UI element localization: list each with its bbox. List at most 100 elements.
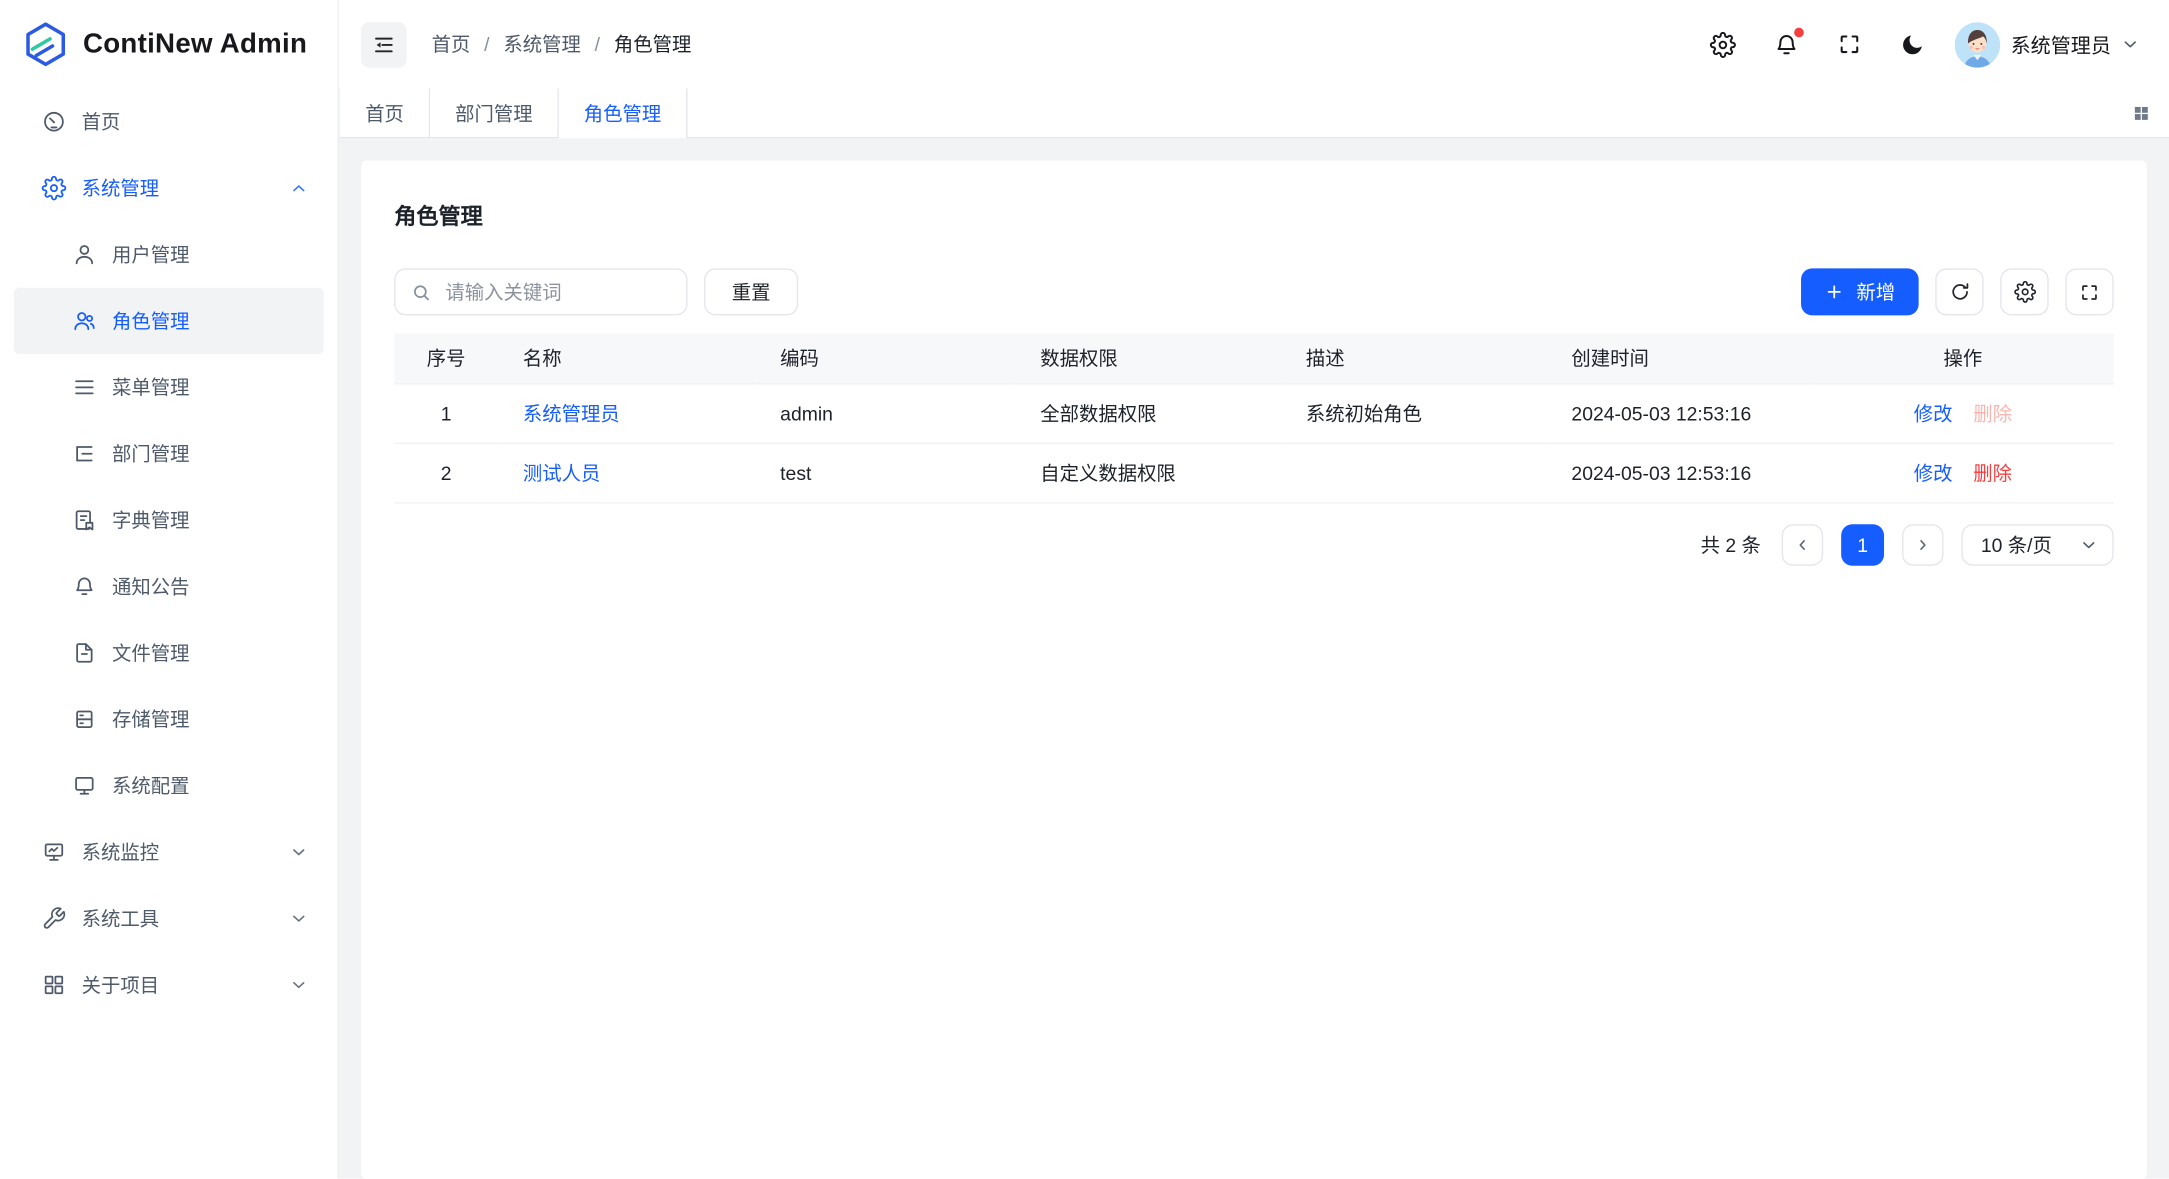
next-page-button[interactable] xyxy=(1902,524,1943,565)
sidebar-item-system-management[interactable]: 系统管理 xyxy=(14,155,324,221)
app-window: ContiNew Admin 首页 系统管理 xyxy=(0,0,2169,1179)
add-button[interactable]: 新增 xyxy=(1801,268,1919,315)
column-header-name: 名称 xyxy=(498,333,755,383)
gear-icon xyxy=(2013,281,2035,303)
table-row: 2 测试人员 test 自定义数据权限 2024-05-03 12:53:16 … xyxy=(394,443,2113,502)
sidebar-item-label: 菜单管理 xyxy=(112,373,189,401)
page-size-value: 10 条/页 xyxy=(1981,530,2052,558)
role-management-card: 角色管理 重置 新增 xyxy=(361,160,2147,1179)
gear-icon xyxy=(1709,31,1735,57)
edit-link[interactable]: 修改 xyxy=(1914,461,1953,483)
tab-home[interactable]: 首页 xyxy=(339,89,430,137)
cell-data-scope: 自定义数据权限 xyxy=(1015,443,1281,502)
notifications-button[interactable] xyxy=(1773,31,1799,57)
breadcrumb: 首页 / 系统管理 / 角色管理 xyxy=(432,30,692,58)
breadcrumb-item-system[interactable]: 系统管理 xyxy=(503,30,580,58)
monitor-chart-icon xyxy=(41,840,66,865)
sidebar-item-department-management[interactable]: 部门管理 xyxy=(14,421,324,487)
sidebar-item-label: 角色管理 xyxy=(112,307,189,335)
keyword-search xyxy=(394,268,687,315)
sidebar-item-home[interactable]: 首页 xyxy=(14,89,324,155)
breadcrumb-item-home[interactable]: 首页 xyxy=(432,30,471,58)
sidebar-item-role-management[interactable]: 角色管理 xyxy=(14,288,324,354)
sidebar-item-about-project[interactable]: 关于项目 xyxy=(14,952,324,1018)
tree-list-icon xyxy=(72,441,97,466)
settings-gear-button[interactable] xyxy=(1709,31,1735,57)
role-name-link[interactable]: 系统管理员 xyxy=(523,402,620,424)
role-name-link[interactable]: 测试人员 xyxy=(523,461,600,483)
user-icon xyxy=(72,242,97,267)
chevron-down-icon xyxy=(2122,36,2139,53)
column-header-description: 描述 xyxy=(1281,333,1547,383)
delete-link: 删除 xyxy=(1973,402,2012,424)
breadcrumb-item-current: 角色管理 xyxy=(614,30,691,58)
sidebar-item-storage-management[interactable]: 存储管理 xyxy=(14,686,324,752)
user-group-icon xyxy=(72,308,97,333)
search-input[interactable] xyxy=(443,279,671,304)
cell-index: 1 xyxy=(394,383,498,442)
storage-icon xyxy=(72,707,97,732)
grid-icon xyxy=(2132,103,2151,122)
user-menu[interactable]: 系统管理员 xyxy=(1954,21,2139,67)
toolbar: 重置 新增 xyxy=(394,268,2113,315)
refresh-button[interactable] xyxy=(1935,268,1983,315)
pagination-total: 共 2 条 xyxy=(1701,530,1761,558)
page-number-button[interactable]: 1 xyxy=(1841,524,1884,565)
page-title: 角色管理 xyxy=(394,198,2113,231)
dark-mode-toggle[interactable] xyxy=(1899,31,1925,57)
logo-hexagon-icon xyxy=(22,21,69,68)
chevron-down-icon xyxy=(290,977,307,994)
chevron-left-icon xyxy=(1794,536,1811,553)
sidebar-collapse-button[interactable] xyxy=(361,21,407,67)
add-button-label: 新增 xyxy=(1856,278,1895,306)
dictionary-icon xyxy=(72,508,97,533)
tab-label: 角色管理 xyxy=(584,100,661,128)
page-size-select[interactable]: 10 条/页 xyxy=(1962,524,2114,565)
sidebar-item-menu-management[interactable]: 菜单管理 xyxy=(14,354,324,420)
fullscreen-icon xyxy=(2079,281,2100,302)
monitor-icon xyxy=(72,773,97,798)
breadcrumb-separator: / xyxy=(484,33,489,55)
apps-icon xyxy=(41,972,66,997)
app-logo[interactable]: ContiNew Admin xyxy=(0,0,338,89)
previous-page-button[interactable] xyxy=(1782,524,1823,565)
main-area: 首页 / 系统管理 / 角色管理 xyxy=(339,0,2169,1179)
sidebar-item-label: 关于项目 xyxy=(82,971,159,999)
edit-link[interactable]: 修改 xyxy=(1914,402,1953,424)
tab-label: 首页 xyxy=(365,99,404,127)
table-row: 1 系统管理员 admin 全部数据权限 系统初始角色 2024-05-03 1… xyxy=(394,383,2113,442)
bell-icon xyxy=(72,574,97,599)
sidebar-item-system-tools[interactable]: 系统工具 xyxy=(14,885,324,951)
table-fullscreen-button[interactable] xyxy=(2065,268,2113,315)
tab-actions-button[interactable] xyxy=(2114,89,2169,137)
sidebar-item-dictionary-management[interactable]: 字典管理 xyxy=(14,487,324,553)
chevron-right-icon xyxy=(1914,536,1931,553)
fullscreen-icon xyxy=(1836,32,1861,57)
plus-icon xyxy=(1825,282,1844,301)
column-header-code: 编码 xyxy=(755,333,1015,383)
reset-button[interactable]: 重置 xyxy=(704,268,798,315)
delete-link[interactable]: 删除 xyxy=(1973,461,2012,483)
cell-data-scope: 全部数据权限 xyxy=(1015,383,1281,442)
dashboard-icon xyxy=(41,109,66,134)
sidebar-menu: 首页 系统管理 用户管理 角色 xyxy=(0,89,338,1179)
tab-role-management[interactable]: 角色管理 xyxy=(559,89,688,139)
tab-department-management[interactable]: 部门管理 xyxy=(430,89,559,137)
sidebar-item-file-management[interactable]: 文件管理 xyxy=(14,620,324,686)
sidebar-item-label: 存储管理 xyxy=(112,705,189,733)
table-settings-button[interactable] xyxy=(2000,268,2048,315)
sidebar-item-notice[interactable]: 通知公告 xyxy=(14,553,324,619)
cell-created-at: 2024-05-03 12:53:16 xyxy=(1547,383,1813,442)
fullscreen-button[interactable] xyxy=(1836,32,1861,57)
moon-icon xyxy=(1899,31,1925,57)
menu-lines-icon xyxy=(72,375,97,400)
sidebar-item-user-management[interactable]: 用户管理 xyxy=(14,221,324,287)
sidebar-item-label: 部门管理 xyxy=(112,440,189,468)
sidebar-item-system-config[interactable]: 系统配置 xyxy=(14,753,324,819)
column-header-created-at: 创建时间 xyxy=(1547,333,1813,383)
sidebar-item-system-monitor[interactable]: 系统监控 xyxy=(14,819,324,885)
sidebar-item-label: 系统配置 xyxy=(112,772,189,800)
chevron-up-icon xyxy=(290,180,307,197)
sidebar-item-label: 字典管理 xyxy=(112,506,189,534)
cell-created-at: 2024-05-03 12:53:16 xyxy=(1547,443,1813,502)
